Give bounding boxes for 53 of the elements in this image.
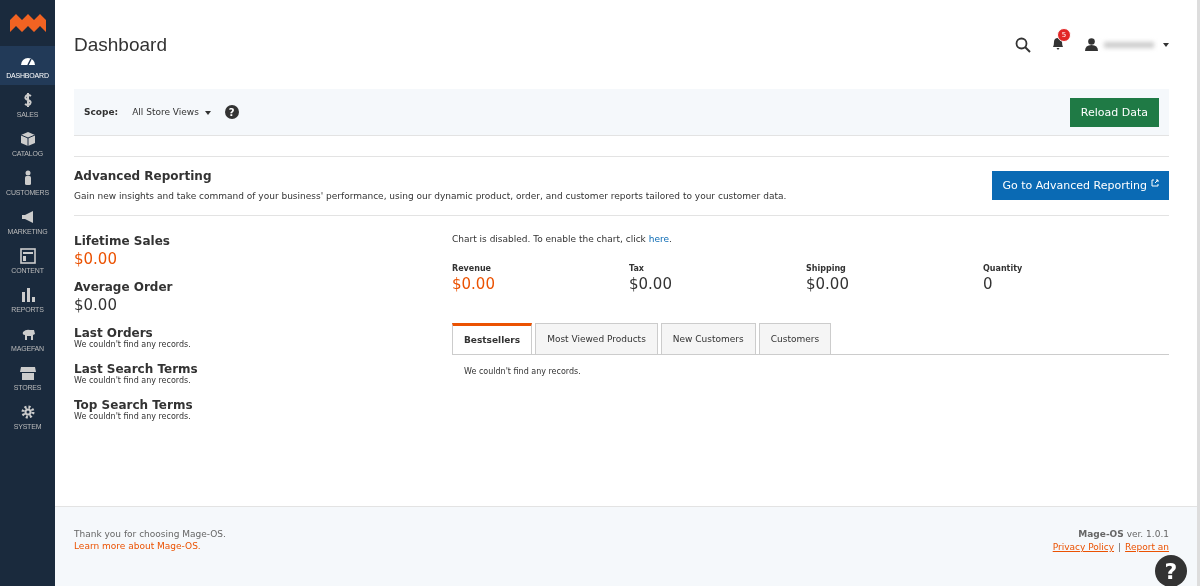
bar-chart-icon (19, 286, 36, 303)
reload-data-button[interactable]: Reload Data (1069, 97, 1159, 127)
list-title: Last Search Terms (74, 362, 199, 376)
tab[interactable]: New Customers (660, 323, 756, 354)
version-text: ver. 1.0.1 (1125, 529, 1169, 539)
brand-name: Mage-OS (1078, 529, 1124, 539)
advanced-reporting-button[interactable]: Go to Advanced Reporting (992, 170, 1169, 200)
section-description: Gain new insights and take command of your business' performance, using our dynamic product, order, and customer reports tailored to your customer data. (74, 191, 787, 201)
stat-title: Lifetime Sales (74, 234, 171, 248)
report-link[interactable]: Report an (1125, 542, 1169, 552)
box-icon (19, 130, 36, 147)
stat-title: Average Order (74, 280, 174, 294)
bell-icon[interactable] (1051, 36, 1065, 50)
chart-notice: Chart is disabled. To enable the chart, click here. (452, 234, 673, 244)
empty-message: We couldn't find any records. (464, 367, 582, 376)
list-title: Last Orders (74, 326, 154, 340)
empty-message: We couldn't find any records. (74, 412, 192, 421)
user-menu[interactable] (1085, 38, 1169, 51)
total-value: $0.00 (452, 275, 496, 293)
megaphone-icon (19, 208, 36, 225)
stat-value: $0.00 (74, 250, 118, 268)
scope-dropdown[interactable]: All Store Views (132, 107, 211, 117)
total-label: Tax (629, 264, 645, 273)
footer-thanks: Thank you for choosing Mage-OS. (74, 529, 226, 539)
total-value: $0.00 (629, 275, 673, 293)
learn-more-link[interactable]: Learn more about Mage-OS. (74, 541, 226, 551)
total-value: 0 (983, 275, 994, 293)
help-icon[interactable]: ? (224, 105, 239, 119)
search-icon[interactable] (1015, 36, 1031, 53)
section-title: Advanced Reporting (74, 169, 213, 183)
page-title: Dashboard (74, 33, 167, 56)
tab[interactable]: Customers (758, 323, 832, 354)
total-label: Revenue (452, 264, 493, 273)
scope-label: Scope: (84, 107, 119, 117)
tab[interactable]: Bestsellers (452, 323, 533, 354)
list-title: Top Search Terms (74, 398, 194, 412)
tab[interactable]: Most Viewed Products (535, 323, 658, 354)
layout-icon (19, 247, 36, 264)
separator: | (1118, 542, 1122, 552)
storefront-icon (19, 364, 36, 381)
empty-message: We couldn't find any records. (74, 340, 192, 349)
total-label: Shipping (806, 264, 847, 273)
here-link[interactable]: here (648, 234, 669, 244)
privacy-policy-link[interactable]: Privacy Policy (1052, 542, 1115, 552)
gear-icon (19, 403, 36, 420)
total-value: $0.00 (806, 275, 850, 293)
stat-value: $0.00 (74, 296, 118, 314)
user-icon (1085, 38, 1098, 51)
empty-message: We couldn't find any records. (74, 376, 192, 385)
total-label: Quantity (983, 264, 1024, 273)
logo-icon (9, 12, 46, 34)
help-button[interactable]: ? (1155, 555, 1187, 586)
external-link-icon (1151, 178, 1159, 187)
